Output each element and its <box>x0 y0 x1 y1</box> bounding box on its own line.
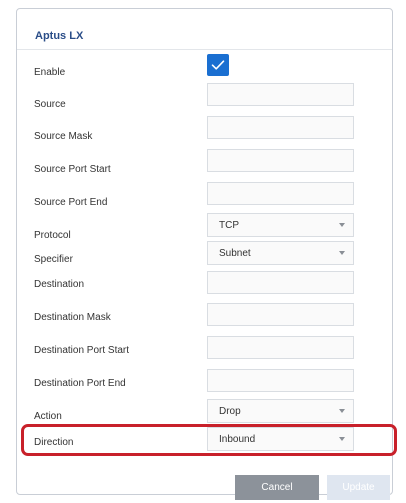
specifier-value: Subnet <box>219 248 251 259</box>
protocol-value: TCP <box>219 220 239 231</box>
direction-highlight <box>21 424 397 456</box>
source-port-end-label: Source Port End <box>34 197 108 208</box>
update-button[interactable]: Update <box>327 475 390 500</box>
destination-port-end-label: Destination Port End <box>34 378 126 389</box>
source-port-start-label: Source Port Start <box>34 164 111 175</box>
source-port-start-input[interactable] <box>207 149 354 172</box>
specifier-select[interactable]: Subnet <box>207 241 354 265</box>
action-value: Drop <box>219 406 241 417</box>
destination-mask-label: Destination Mask <box>34 312 111 323</box>
enable-checkbox[interactable] <box>207 54 229 76</box>
destination-label: Destination <box>34 279 85 290</box>
source-label: Source <box>34 99 66 110</box>
destination-port-end-input[interactable] <box>207 369 354 392</box>
source-input[interactable] <box>207 83 354 106</box>
chevron-down-icon <box>339 409 345 413</box>
destination-port-start-input[interactable] <box>207 336 354 359</box>
protocol-label: Protocol <box>34 230 71 241</box>
dialog-title: Aptus LX <box>35 30 84 42</box>
cancel-button[interactable]: Cancel <box>235 475 319 500</box>
checkmark-icon <box>211 60 225 70</box>
enable-label: Enable <box>34 67 66 78</box>
source-mask-label: Source Mask <box>34 131 93 142</box>
action-label: Action <box>34 411 62 422</box>
rule-dialog: Aptus LX Enable Source Source Mask Sourc… <box>16 8 393 495</box>
source-port-end-input[interactable] <box>207 182 354 205</box>
destination-port-start-label: Destination Port Start <box>34 345 130 356</box>
source-mask-input[interactable] <box>207 116 354 139</box>
chevron-down-icon <box>339 251 345 255</box>
destination-input[interactable] <box>207 271 354 294</box>
header-divider <box>17 49 392 50</box>
action-select[interactable]: Drop <box>207 399 354 423</box>
specifier-label: Specifier <box>34 254 73 265</box>
protocol-select[interactable]: TCP <box>207 213 354 237</box>
chevron-down-icon <box>339 223 345 227</box>
destination-mask-input[interactable] <box>207 303 354 326</box>
